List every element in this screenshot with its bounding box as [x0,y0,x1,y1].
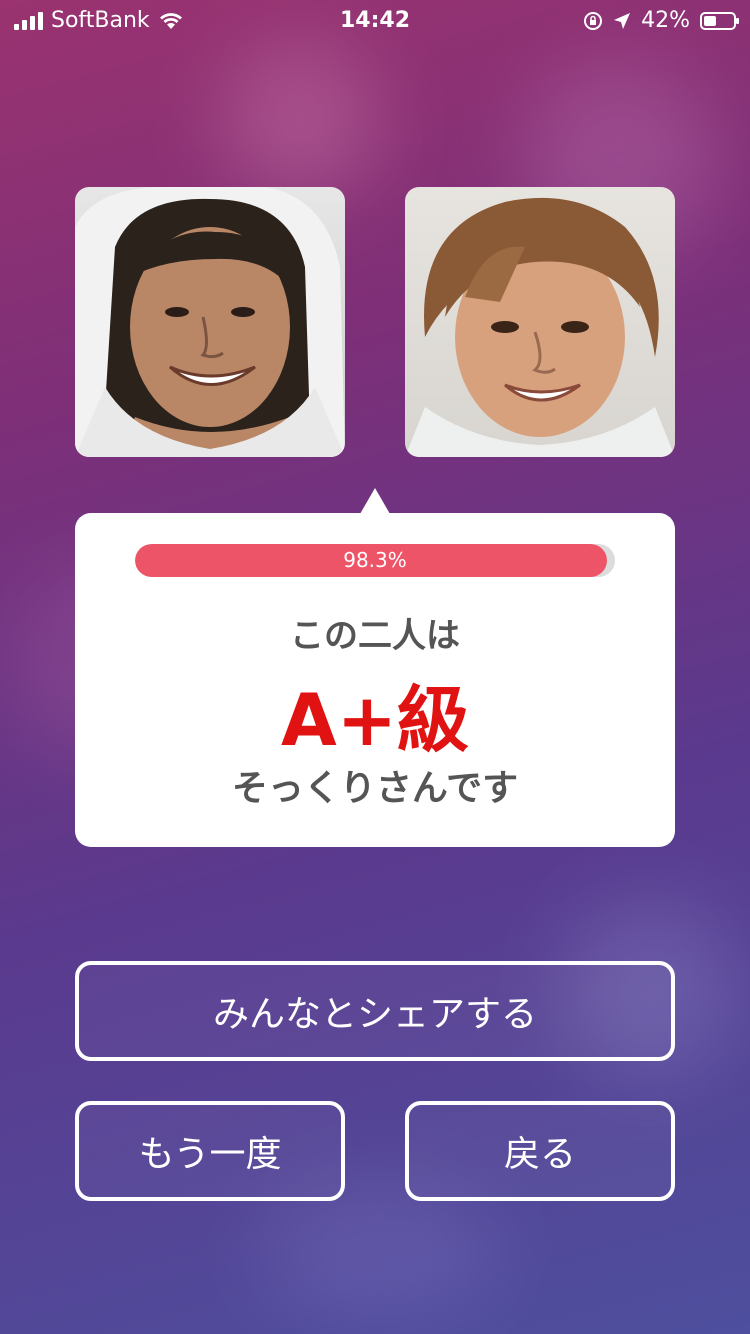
status-bar: SoftBank 14:42 42% [0,0,750,40]
result-intro-text: この二人は [290,616,460,656]
back-button[interactable]: 戻る [405,1101,675,1201]
battery-icon [700,11,739,30]
battery-level [704,15,716,26]
background-blur [220,40,380,200]
orientation-lock-icon [584,11,603,30]
result-card: 98.3% この二人は A+級 そっくりさんです [75,513,675,847]
status-bar-right: 42% [583,8,739,33]
face-photo-left-image [75,187,345,457]
face-photo-left [75,187,345,457]
face-photo-right [405,187,675,457]
location-arrow-icon [614,12,631,29]
retry-button[interactable]: もう一度 [75,1101,345,1201]
face-photo-right-image [405,197,675,457]
similarity-percent: 98.3% [343,548,407,572]
similarity-grade: A+級 [280,678,470,762]
result-outro-text: そっくりさんです [231,768,519,809]
bubble-tail [360,488,390,514]
background-blur [260,1180,500,1320]
battery-percent: 42% [641,8,690,33]
similarity-progress-bar: 98.3% [135,544,615,577]
share-button[interactable]: みんなとシェアする [75,961,675,1061]
